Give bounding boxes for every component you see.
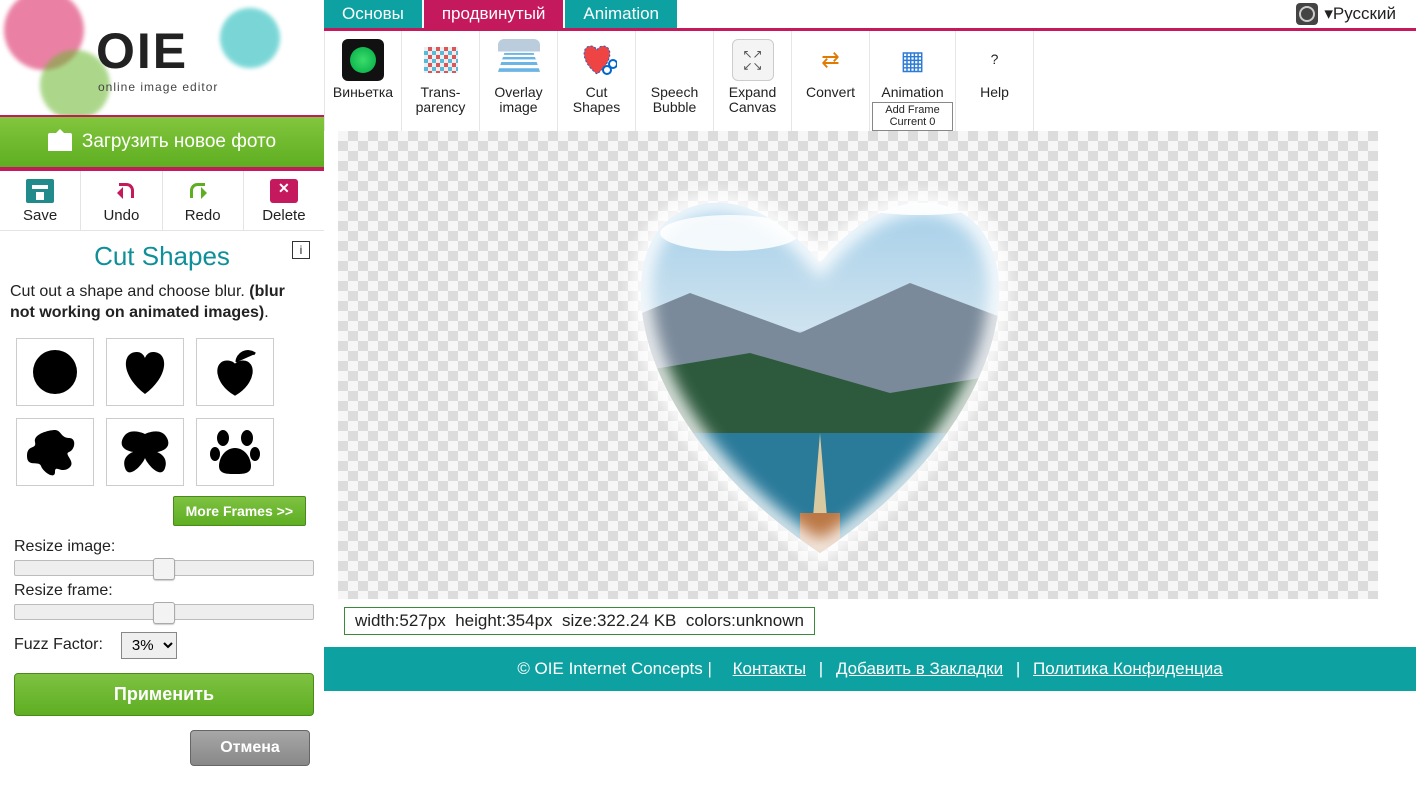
gear-icon[interactable] bbox=[1296, 3, 1318, 25]
logo-text: OIE bbox=[96, 22, 188, 80]
tool-speech-bubble[interactable]: Speech Bubble bbox=[636, 31, 714, 131]
delete-button[interactable]: Delete bbox=[244, 171, 324, 230]
fuzz-label: Fuzz Factor: bbox=[14, 636, 103, 654]
tool-overlay[interactable]: Overlay image bbox=[480, 31, 558, 131]
fuzz-select[interactable]: 3% bbox=[121, 632, 177, 659]
tool-vignette[interactable]: Виньетка bbox=[324, 31, 402, 131]
cut-shapes-icon bbox=[576, 39, 618, 81]
tool-label: Convert bbox=[794, 85, 867, 100]
panel-title: Cut Shapes bbox=[94, 241, 230, 271]
shape-heart[interactable] bbox=[106, 338, 184, 406]
expand-icon bbox=[732, 39, 774, 81]
animation-sub: Add Frame Current 0 bbox=[872, 102, 953, 130]
save-icon bbox=[26, 179, 54, 203]
tool-label: Expand bbox=[716, 85, 789, 100]
tool-convert[interactable]: Convert bbox=[792, 31, 870, 131]
apply-button[interactable]: Применить bbox=[14, 673, 314, 716]
tab-animation[interactable]: Animation bbox=[565, 0, 679, 28]
tool-label: Speech bbox=[638, 85, 711, 100]
logo-subtitle: online image editor bbox=[98, 80, 218, 94]
shape-paw[interactable] bbox=[196, 418, 274, 486]
language-dropdown[interactable]: ▾Русский bbox=[1324, 4, 1396, 24]
resize-image-slider[interactable] bbox=[14, 560, 314, 576]
redo-button[interactable]: Redo bbox=[163, 171, 244, 230]
resize-image-label: Resize image: bbox=[14, 538, 115, 555]
info-icon[interactable]: i bbox=[292, 241, 310, 259]
edited-image[interactable] bbox=[570, 133, 1070, 573]
undo-label: Undo bbox=[103, 207, 139, 224]
redo-label: Redo bbox=[185, 207, 221, 224]
tool-animation[interactable]: Animation Add Frame Current 0 bbox=[870, 31, 956, 131]
shape-splat[interactable] bbox=[16, 418, 94, 486]
tab-basics[interactable]: Основы bbox=[324, 0, 424, 28]
upload-label: Загрузить новое фото bbox=[82, 131, 276, 153]
canvas[interactable] bbox=[338, 131, 1378, 599]
footer-bookmark[interactable]: Добавить в Закладки bbox=[836, 659, 1003, 679]
cancel-button[interactable]: Отмена bbox=[190, 730, 310, 766]
status-colors: colors:unknown bbox=[686, 611, 804, 630]
status-width: width:527px bbox=[355, 611, 446, 630]
help-icon: ? bbox=[974, 39, 1016, 81]
undo-icon bbox=[107, 179, 135, 203]
tool-expand-canvas[interactable]: Expand Canvas bbox=[714, 31, 792, 131]
tool-label: parency bbox=[404, 100, 477, 115]
tool-label: Shapes bbox=[560, 100, 633, 115]
tool-label: Trans- bbox=[404, 85, 477, 100]
shape-butterfly[interactable] bbox=[106, 418, 184, 486]
logo: OIE online image editor bbox=[0, 0, 324, 115]
tool-label: Bubble bbox=[638, 100, 711, 115]
tool-label: Canvas bbox=[716, 100, 789, 115]
resize-frame-slider[interactable] bbox=[14, 604, 314, 620]
undo-button[interactable]: Undo bbox=[81, 171, 162, 230]
tool-label: image bbox=[482, 100, 555, 115]
footer-copy: © OIE Internet Concepts | bbox=[517, 659, 712, 679]
tab-advanced[interactable]: продвинутый bbox=[424, 0, 566, 28]
footer: © OIE Internet Concepts | Контакты | Доб… bbox=[324, 647, 1416, 691]
status-size: size:322.24 KB bbox=[562, 611, 676, 630]
upload-icon bbox=[48, 133, 72, 151]
more-frames-button[interactable]: More Frames >> bbox=[173, 496, 306, 526]
redo-icon bbox=[189, 179, 217, 203]
status-bar: width:527px height:354px size:322.24 KB … bbox=[344, 607, 815, 635]
save-button[interactable]: Save bbox=[0, 171, 81, 230]
convert-icon bbox=[810, 39, 852, 81]
desc-text: Cut out a shape and choose blur. bbox=[10, 283, 249, 300]
tool-label: Overlay bbox=[482, 85, 555, 100]
panel-description: Cut out a shape and choose blur. (blur n… bbox=[8, 282, 316, 324]
transparency-icon bbox=[420, 39, 462, 81]
shape-swirl-heart[interactable] bbox=[196, 338, 274, 406]
save-label: Save bbox=[23, 207, 57, 224]
speech-icon bbox=[654, 39, 696, 81]
overlay-icon bbox=[498, 39, 540, 81]
tool-label: Animation bbox=[872, 85, 953, 100]
tool-label: Help bbox=[958, 85, 1031, 100]
delete-icon bbox=[270, 179, 298, 203]
resize-frame-label: Resize frame: bbox=[14, 582, 113, 599]
footer-privacy[interactable]: Политика Конфиденциа bbox=[1033, 659, 1223, 679]
tool-label: Виньетка bbox=[327, 85, 399, 100]
animation-icon bbox=[892, 39, 934, 81]
footer-contacts[interactable]: Контакты bbox=[733, 659, 806, 679]
shape-circle[interactable] bbox=[16, 338, 94, 406]
tool-label: Cut bbox=[560, 85, 633, 100]
upload-button[interactable]: Загрузить новое фото bbox=[0, 115, 324, 167]
tool-help[interactable]: ? Help bbox=[956, 31, 1034, 131]
status-height: height:354px bbox=[455, 611, 552, 630]
tool-cut-shapes[interactable]: Cut Shapes bbox=[558, 31, 636, 131]
delete-label: Delete bbox=[262, 207, 305, 224]
vignette-icon bbox=[342, 39, 384, 81]
tool-transparency[interactable]: Trans- parency bbox=[402, 31, 480, 131]
desc-tail: . bbox=[264, 304, 268, 321]
